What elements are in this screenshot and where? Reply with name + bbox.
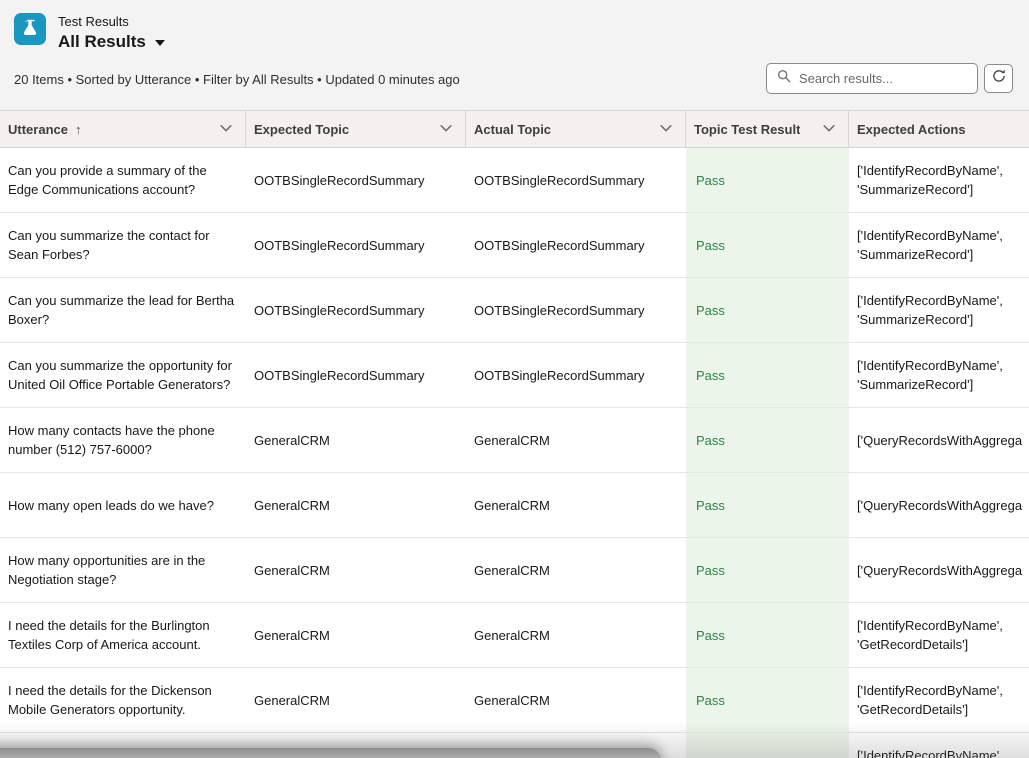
chevron-down-icon[interactable]	[219, 121, 233, 138]
topic-test-result-cell: Pass	[686, 408, 849, 472]
actual-topic-cell: OOTBSingleRecordSummary	[466, 278, 686, 342]
expected-actions-cell: ['IdentifyRecordByName', 'SummarizeRecor…	[849, 213, 1029, 277]
utterance-cell: How many open leads do we have?	[0, 473, 246, 537]
column-label: Utterance	[8, 122, 68, 137]
list-view-selector[interactable]: All Results	[58, 32, 165, 52]
results-table: Utterance ↑ Expected Topic Actual Topic	[0, 110, 1029, 758]
actual-topic-cell: GeneralCRM	[466, 603, 686, 667]
column-header-utterance[interactable]: Utterance ↑	[0, 111, 246, 147]
utterance-cell: I need the details for the Dickenson Mob…	[0, 668, 246, 732]
actual-topic-cell: GeneralCRM	[466, 408, 686, 472]
search-icon	[777, 69, 791, 88]
topic-test-result-cell: Pass	[686, 148, 849, 212]
topic-test-result-cell	[686, 733, 849, 758]
expected-topic-cell: GeneralCRM	[246, 668, 466, 732]
expected-topic-cell: OOTBSingleRecordSummary	[246, 278, 466, 342]
actual-topic-cell: OOTBSingleRecordSummary	[466, 148, 686, 212]
refresh-button[interactable]	[984, 64, 1013, 93]
chevron-down-icon[interactable]	[822, 121, 836, 138]
test-results-object-icon	[14, 13, 46, 45]
arrow-up-icon: ↑	[75, 122, 82, 137]
actual-topic-cell: OOTBSingleRecordSummary	[466, 213, 686, 277]
column-label: Expected Topic	[254, 122, 349, 137]
chevron-down-icon[interactable]	[439, 121, 453, 138]
table-row[interactable]: Can you summarize the opportunity for Un…	[0, 343, 1029, 408]
table-row[interactable]: Can you summarize the lead for Bertha Bo…	[0, 278, 1029, 343]
expected-topic-cell: GeneralCRM	[246, 538, 466, 602]
actual-topic-cell: GeneralCRM	[466, 473, 686, 537]
column-label: Topic Test Result	[694, 122, 800, 137]
view-label: All Results	[58, 32, 146, 52]
docked-panel-edge[interactable]	[0, 748, 662, 758]
object-label: Test Results	[58, 13, 165, 30]
column-header-expected-topic[interactable]: Expected Topic	[246, 111, 466, 147]
topic-test-result-cell: Pass	[686, 668, 849, 732]
expected-actions-cell: ['QueryRecordsWithAggrega	[849, 538, 1029, 602]
expected-actions-cell: ['QueryRecordsWithAggrega	[849, 473, 1029, 537]
column-label: Expected Actions	[857, 122, 966, 137]
topic-test-result-cell: Pass	[686, 343, 849, 407]
actual-topic-cell: OOTBSingleRecordSummary	[466, 343, 686, 407]
chevron-down-icon[interactable]	[659, 121, 673, 138]
search-input[interactable]	[799, 71, 969, 86]
title-block: Test Results All Results	[58, 13, 165, 52]
utterance-cell: Can you summarize the contact for Sean F…	[0, 213, 246, 277]
utterance-cell: I need the details for the Burlington Te…	[0, 603, 246, 667]
expected-topic-cell: GeneralCRM	[246, 408, 466, 472]
page-header: Test Results All Results 20 Items • Sort…	[0, 0, 1029, 110]
topic-test-result-cell: Pass	[686, 603, 849, 667]
search-box[interactable]	[766, 63, 978, 94]
expected-actions-cell: ['IdentifyRecordByName', 'GetRecordDetai…	[849, 603, 1029, 667]
expected-actions-cell: ['QueryRecordsWithAggrega	[849, 408, 1029, 472]
utterance-cell: How many opportunities are in the Negoti…	[0, 538, 246, 602]
topic-test-result-cell: Pass	[686, 213, 849, 277]
table-row[interactable]: How many open leads do we have? GeneralC…	[0, 473, 1029, 538]
expected-actions-cell: ['IdentifyRecordByName', 'SummarizeRecor…	[849, 148, 1029, 212]
table-row[interactable]: I need the details for the Dickenson Mob…	[0, 668, 1029, 733]
table-row[interactable]: Can you provide a summary of the Edge Co…	[0, 148, 1029, 213]
column-header-topic-test-result[interactable]: Topic Test Result	[686, 111, 849, 147]
topic-test-result-cell: Pass	[686, 278, 849, 342]
table-header-row: Utterance ↑ Expected Topic Actual Topic	[0, 110, 1029, 148]
test-results-page: Test Results All Results 20 Items • Sort…	[0, 0, 1029, 758]
expected-topic-cell: OOTBSingleRecordSummary	[246, 148, 466, 212]
expected-actions-cell: ['IdentifyRecordByName', 'SummarizeRecor…	[849, 278, 1029, 342]
topic-test-result-cell: Pass	[686, 473, 849, 537]
expected-topic-cell: OOTBSingleRecordSummary	[246, 343, 466, 407]
actual-topic-cell: GeneralCRM	[466, 668, 686, 732]
table-row[interactable]: Can you summarize the contact for Sean F…	[0, 213, 1029, 278]
utterance-cell: How many contacts have the phone number …	[0, 408, 246, 472]
expected-topic-cell: OOTBSingleRecordSummary	[246, 213, 466, 277]
expected-topic-cell: GeneralCRM	[246, 473, 466, 537]
table-row[interactable]: How many contacts have the phone number …	[0, 408, 1029, 473]
expected-topic-cell: GeneralCRM	[246, 603, 466, 667]
expected-actions-cell: ['IdentifyRecordByName'	[849, 733, 1029, 758]
utterance-cell: Can you provide a summary of the Edge Co…	[0, 148, 246, 212]
expected-actions-cell: ['IdentifyRecordByName', 'GetRecordDetai…	[849, 668, 1029, 732]
refresh-icon	[991, 68, 1007, 89]
table-row[interactable]: How many opportunities are in the Negoti…	[0, 538, 1029, 603]
column-header-actual-topic[interactable]: Actual Topic	[466, 111, 686, 147]
table-row[interactable]: I need the details for the Burlington Te…	[0, 603, 1029, 668]
caret-down-icon	[155, 40, 165, 46]
actual-topic-cell: GeneralCRM	[466, 538, 686, 602]
table-body: Can you provide a summary of the Edge Co…	[0, 148, 1029, 758]
topic-test-result-cell: Pass	[686, 538, 849, 602]
column-label: Actual Topic	[474, 122, 551, 137]
column-header-expected-actions[interactable]: Expected Actions	[849, 111, 1029, 147]
flask-icon	[20, 17, 40, 42]
expected-actions-cell: ['IdentifyRecordByName', 'SummarizeRecor…	[849, 343, 1029, 407]
utterance-cell: Can you summarize the opportunity for Un…	[0, 343, 246, 407]
list-summary-text: 20 Items • Sorted by Utterance • Filter …	[14, 72, 460, 87]
utterance-cell: Can you summarize the lead for Bertha Bo…	[0, 278, 246, 342]
